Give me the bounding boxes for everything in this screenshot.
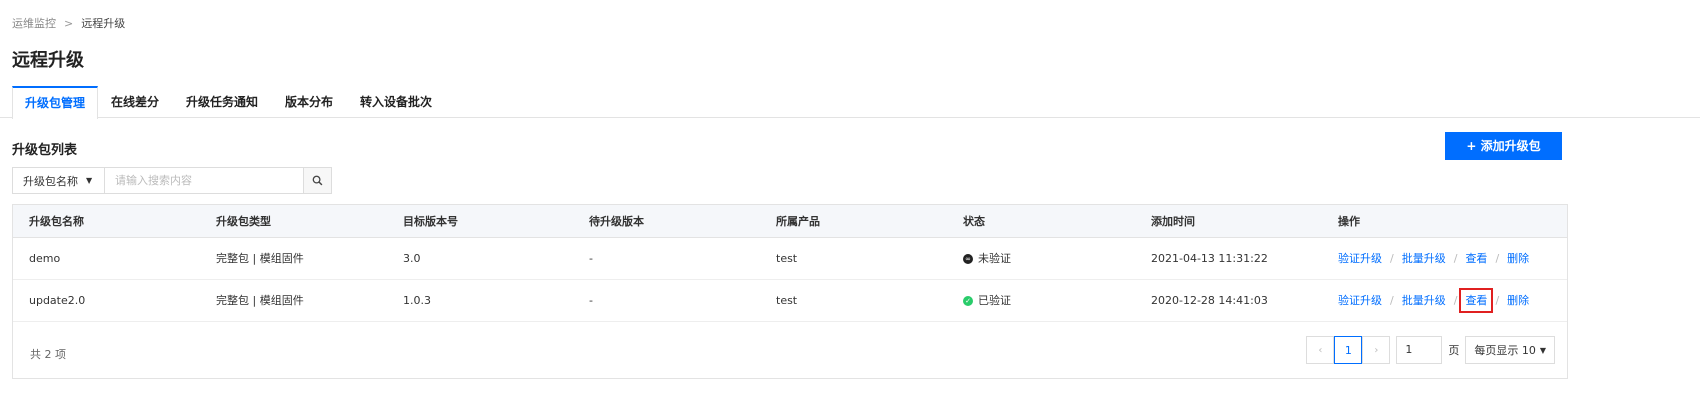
cell-target-version: 3.0 — [403, 252, 421, 265]
page-size-select[interactable]: 每页显示 10 ▼ — [1465, 336, 1555, 364]
check-circle-icon: ✓ — [963, 296, 973, 306]
view-link[interactable]: 查看 — [1465, 252, 1487, 265]
chevron-down-icon: ▼ — [1539, 345, 1546, 355]
cell-pending-version: - — [589, 294, 593, 307]
status-label: 已验证 — [978, 294, 1011, 307]
search-bar: 升级包名称 ▼ — [12, 167, 332, 194]
status-label: 未验证 — [978, 252, 1011, 265]
search-field-label: 升级包名称 — [23, 174, 78, 188]
batch-upgrade-link[interactable]: 批量升级 — [1402, 252, 1446, 265]
tab-online-diff[interactable]: 在线差分 — [104, 86, 166, 118]
breadcrumb: 运维监控 > 远程升级 — [12, 15, 125, 31]
cell-added-time: 2021-04-13 11:31:22 — [1151, 252, 1268, 265]
table-header: 升级包名称 升级包类型 目标版本号 待升级版本 所属产品 状态 添加时间 操作 — [13, 205, 1567, 238]
cell-pending-version: - — [589, 252, 593, 265]
breadcrumb-separator: > — [64, 17, 74, 30]
status-badge: ✓ 已验证 — [963, 280, 1011, 322]
page-size-label: 每页显示 10 — [1474, 344, 1536, 357]
action-separator: / — [1495, 294, 1500, 307]
search-button[interactable] — [303, 168, 331, 193]
pagination: ‹ 1 › 1 页 每页显示 10 ▼ — [1306, 336, 1555, 364]
action-separator: / — [1453, 252, 1458, 265]
column-header-name: 升级包名称 — [29, 215, 84, 228]
column-header-actions: 操作 — [1338, 215, 1360, 228]
action-separator: / — [1453, 294, 1458, 307]
action-separator: / — [1390, 252, 1394, 265]
verify-upgrade-link[interactable]: 验证升级 — [1338, 252, 1382, 265]
total-count: 共 2 项 — [30, 348, 66, 361]
tab-bar: 升级包管理 在线差分 升级任务通知 版本分布 转入设备批次 — [0, 86, 1700, 119]
cell-name: demo — [29, 252, 61, 265]
section-title: 升级包列表 — [12, 143, 78, 158]
column-header-target-version: 目标版本号 — [403, 215, 458, 228]
delete-link[interactable]: 删除 — [1507, 252, 1529, 265]
tab-upgrade-notification[interactable]: 升级任务通知 — [182, 86, 262, 118]
search-field-select[interactable]: 升级包名称 ▼ — [13, 168, 105, 193]
cell-target-version: 1.0.3 — [403, 294, 431, 307]
action-separator: / — [1390, 294, 1394, 307]
table-row: demo 完整包 | 模组固件 3.0 - test ∞ 未验证 2021-04… — [13, 238, 1567, 280]
prev-page-button[interactable]: ‹ — [1306, 336, 1335, 364]
next-page-button[interactable]: › — [1362, 336, 1391, 364]
cell-type: 完整包 | 模组固件 — [216, 294, 304, 307]
cell-product: test — [776, 252, 798, 265]
column-header-type: 升级包类型 — [216, 215, 271, 228]
status-badge: ∞ 未验证 — [963, 238, 1011, 280]
breadcrumb-parent[interactable]: 运维监控 — [12, 17, 56, 30]
column-header-added-time: 添加时间 — [1151, 215, 1195, 228]
row-actions: 验证升级 / 批量升级 / 查看 / 删除 — [1338, 238, 1529, 280]
tab-device-batch[interactable]: 转入设备批次 — [356, 86, 436, 118]
column-header-status: 状态 — [963, 215, 985, 228]
page-unit-label: 页 — [1448, 344, 1460, 357]
link-icon: ∞ — [963, 254, 973, 264]
view-link[interactable]: 查看 — [1459, 288, 1494, 313]
cell-type: 完整包 | 模组固件 — [216, 252, 304, 265]
delete-link[interactable]: 删除 — [1507, 294, 1529, 307]
package-table: 升级包名称 升级包类型 目标版本号 待升级版本 所属产品 状态 添加时间 操作 … — [12, 204, 1568, 379]
breadcrumb-current: 远程升级 — [81, 17, 126, 30]
add-package-button[interactable]: + 添加升级包 — [1445, 132, 1562, 160]
tab-package-management[interactable]: 升级包管理 — [12, 86, 98, 119]
search-icon — [312, 175, 323, 186]
chevron-down-icon: ▼ — [86, 176, 93, 185]
cell-product: test — [776, 294, 798, 307]
column-header-product: 所属产品 — [776, 215, 820, 228]
cell-added-time: 2020-12-28 14:41:03 — [1151, 294, 1268, 307]
tab-version-distribution[interactable]: 版本分布 — [280, 86, 338, 118]
action-separator: / — [1495, 252, 1500, 265]
batch-upgrade-link[interactable]: 批量升级 — [1402, 294, 1446, 307]
chevron-right-icon: › — [1374, 344, 1379, 356]
column-header-pending-version: 待升级版本 — [589, 215, 644, 228]
table-row: update2.0 完整包 | 模组固件 1.0.3 - test ✓ 已验证 … — [13, 280, 1567, 322]
page-jump-input[interactable]: 1 — [1396, 336, 1443, 364]
chevron-left-icon: ‹ — [1318, 344, 1323, 356]
row-actions: 验证升级 / 批量升级 / 查看 / 删除 — [1338, 280, 1529, 322]
search-input[interactable] — [105, 168, 303, 193]
verify-upgrade-link[interactable]: 验证升级 — [1338, 294, 1382, 307]
cell-name: update2.0 — [29, 294, 86, 307]
page-title: 远程升级 — [12, 50, 84, 71]
page-number-current[interactable]: 1 — [1334, 336, 1363, 364]
